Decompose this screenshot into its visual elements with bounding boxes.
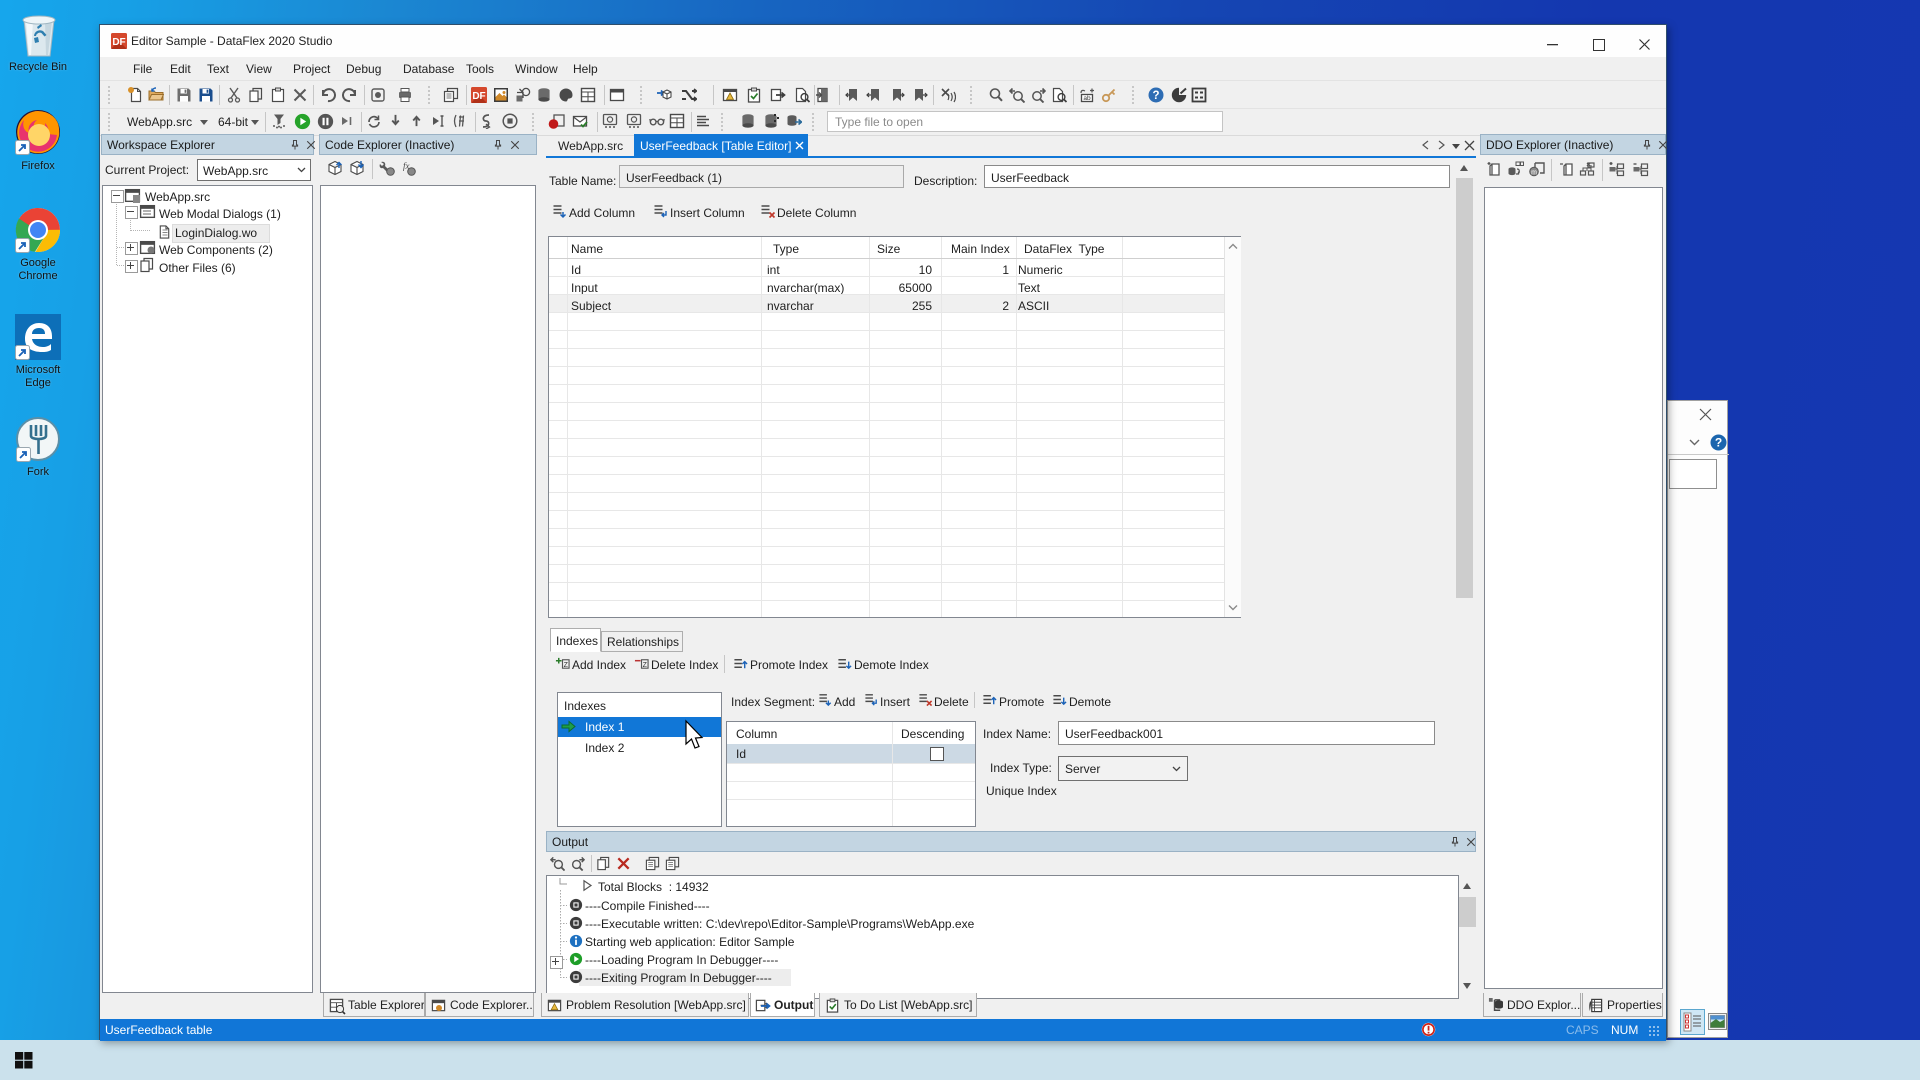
svg-text:Z: Z — [564, 662, 569, 669]
svg-text:?: ? — [1715, 436, 1722, 450]
svg-text:Z: Z — [643, 662, 648, 669]
svg-text:m: m — [1531, 169, 1537, 176]
